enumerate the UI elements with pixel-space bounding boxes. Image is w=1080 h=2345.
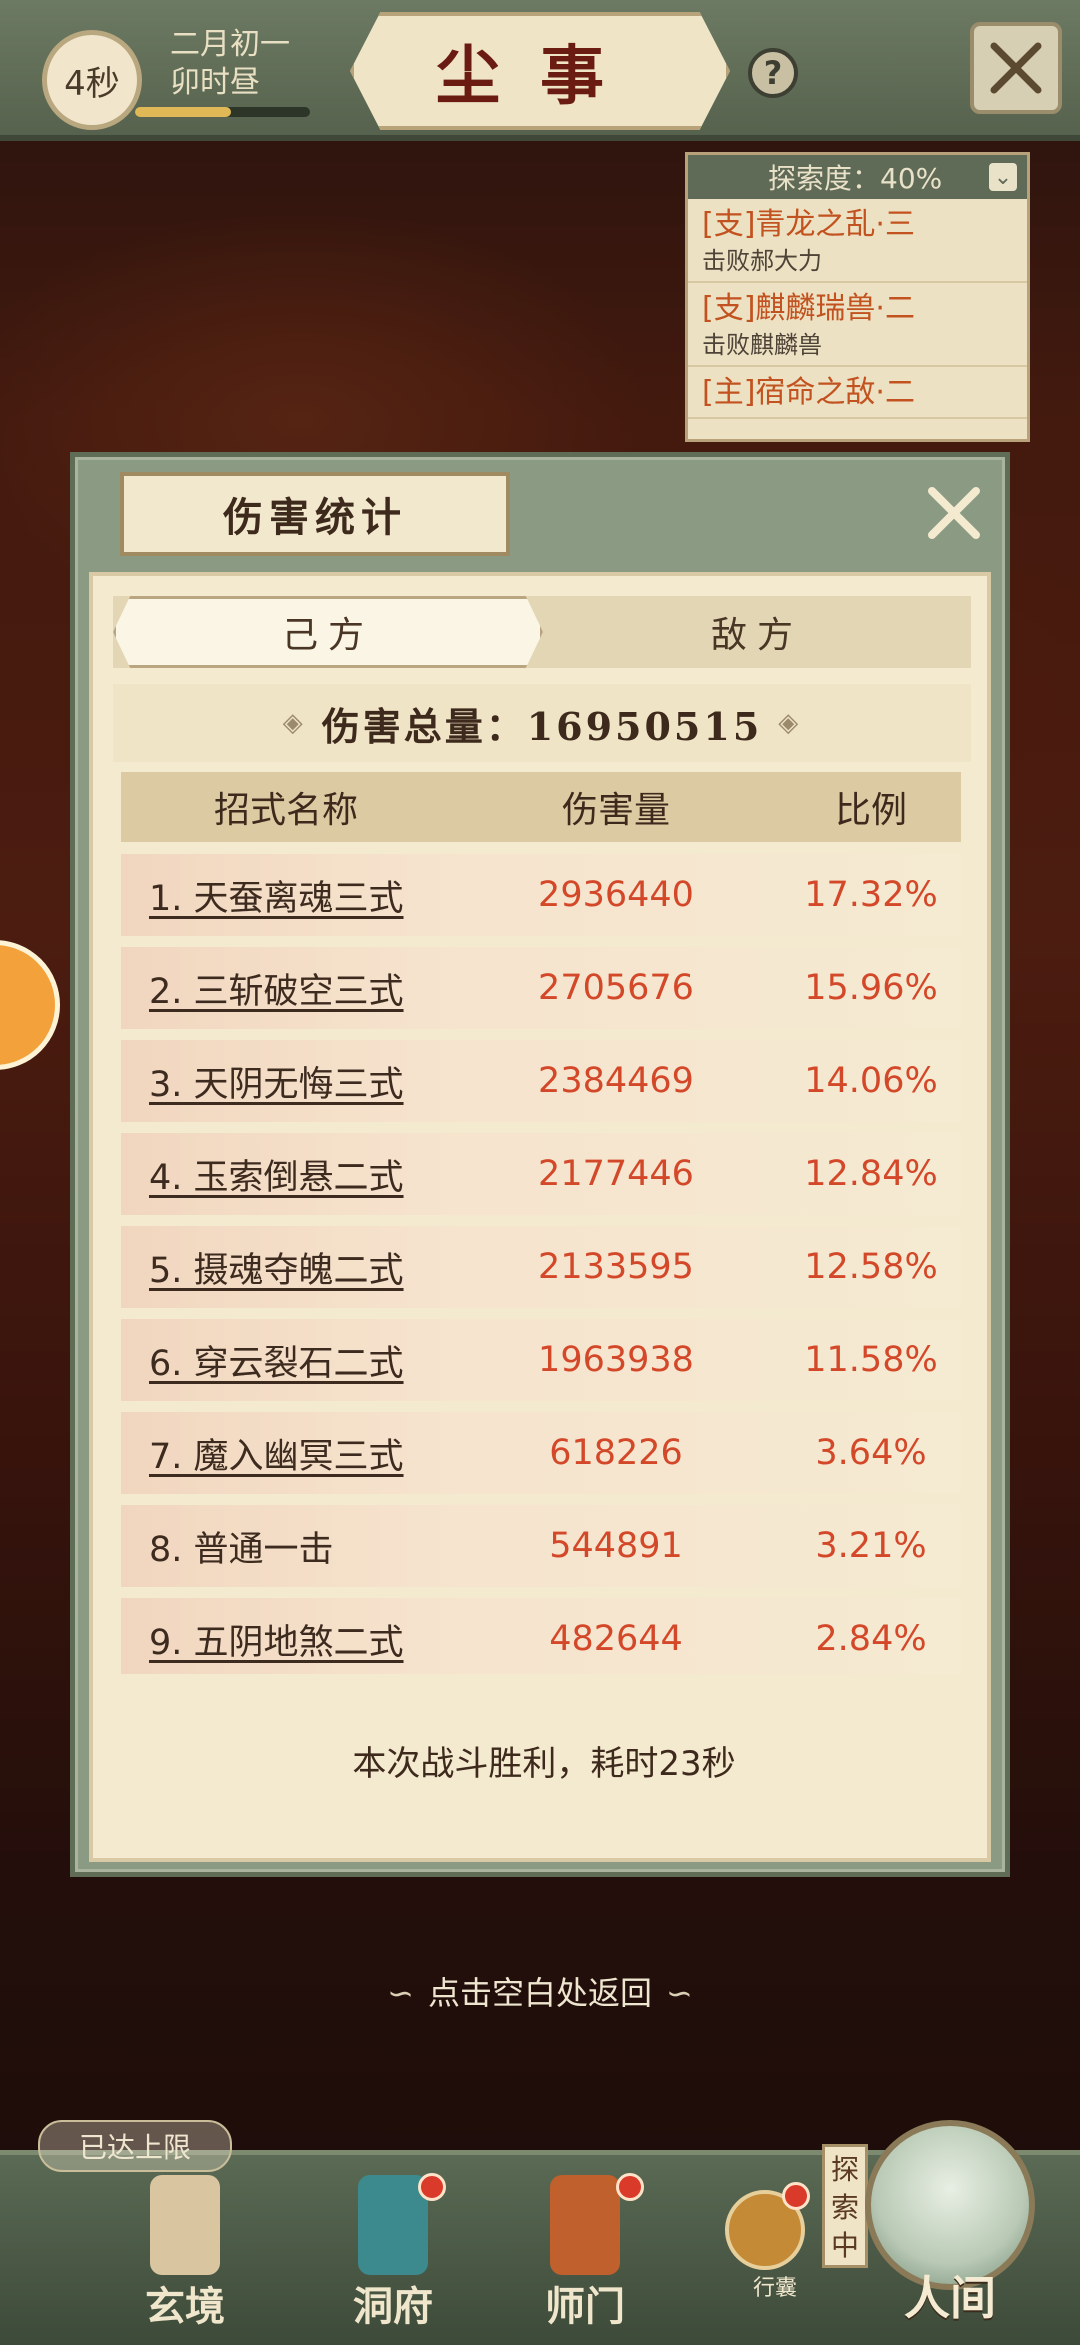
date-time: 卯时昼 [170, 65, 260, 100]
table-row: 7. 魔入幽冥三式 618226 3.64% [121, 1412, 961, 1494]
scroll-icon [150, 2175, 220, 2275]
chevron-down-icon[interactable]: ⌄ [989, 163, 1017, 191]
damage-ratio: 14.06% [804, 1061, 938, 1101]
damage-ratio: 3.64% [815, 1433, 927, 1473]
damage-stats-dialog: 伤害统计 己方 敌方 ◈ 伤害总量：16950515 ◈ 招式名称 伤害量 比例… [70, 452, 1010, 1877]
table-row: 6. 穿云裂石二式 1963938 11.58% [121, 1319, 961, 1401]
swirl-ornament-icon: ∽ [387, 1974, 414, 2012]
quest-title: [支]青龙之乱·三 [702, 207, 915, 242]
crossed-close-icon [990, 42, 1042, 94]
table-row: 5. 摄魂夺魄二式 2133595 12.58% [121, 1226, 961, 1308]
skill-name: 8. 普通一击 [149, 1529, 334, 1570]
damage-value: 2384469 [538, 1061, 694, 1101]
top-bar: 4秒 二月初一 卯时昼 尘事 ? [0, 0, 1080, 141]
damage-table[interactable]: 1. 天蚕离魂三式 2936440 17.32% 2. 三斩破空三式 27056… [121, 854, 961, 1674]
skill-name-link[interactable]: 6. 穿云裂石二式 [121, 1335, 451, 1386]
quest-item[interactable]: [主]宿命之敌·二 [688, 367, 1027, 419]
skill-name-link[interactable]: 2. 三斩破空三式 [121, 963, 451, 1014]
skill-name-link[interactable]: 7. 魔入幽冥三式 [121, 1428, 451, 1479]
table-row: 8. 普通一击 544891 3.21% [121, 1505, 961, 1587]
timer-badge: 4秒 [42, 30, 142, 130]
damage-value: 544891 [549, 1526, 683, 1566]
tap-to-return-hint: ∽ 点击空白处返回 ∽ [0, 1968, 1080, 2014]
banner-icon [550, 2175, 620, 2275]
skill-name-link[interactable]: 4. 玉索倒悬二式 [121, 1149, 451, 1200]
skill-name-link[interactable]: 1. 天蚕离魂三式 [121, 870, 451, 921]
column-header-ratio: 比例 [834, 790, 907, 831]
table-row: 2. 三斩破空三式 2705676 15.96% [121, 947, 961, 1029]
damage-ratio: 2.84% [815, 1619, 927, 1659]
help-icon[interactable]: ? [748, 48, 798, 98]
diamond-ornament-icon: ◈ [778, 708, 802, 738]
table-row: 4. 玉索倒悬二式 2177446 12.84% [121, 1133, 961, 1215]
damage-ratio: 12.58% [804, 1247, 938, 1287]
exploring-tag: 探索中 [822, 2144, 868, 2268]
quest-objective: 击败郝大力 [702, 247, 822, 275]
damage-ratio: 15.96% [804, 968, 938, 1008]
damage-value: 2133595 [538, 1247, 694, 1287]
table-header: 招式名称 伤害量 比例 [121, 772, 961, 842]
damage-value: 618226 [549, 1433, 683, 1473]
close-scene-button[interactable] [970, 22, 1062, 114]
close-icon [928, 487, 980, 539]
swirl-ornament-icon: ∽ [666, 1974, 693, 2012]
nav-dongfu[interactable]: 洞府 [318, 2173, 468, 2340]
nav-xuanjing[interactable]: 玄境 [110, 2175, 260, 2340]
nav-label: 洞府 [353, 2283, 433, 2330]
quest-objective: 击败麒麟兽 [702, 331, 822, 359]
damage-value: 2705676 [538, 968, 694, 1008]
date-day: 二月初一 [170, 27, 290, 62]
nav-label: 师门 [545, 2283, 625, 2330]
dialog-body: 己方 敌方 ◈ 伤害总量：16950515 ◈ 招式名称 伤害量 比例 1. 天… [89, 572, 991, 1862]
damage-ratio: 17.32% [804, 875, 938, 915]
diamond-ornament-icon: ◈ [282, 708, 306, 738]
battle-result: 本次战斗胜利，耗时23秒 [352, 1744, 736, 1784]
damage-ratio: 3.21% [815, 1526, 927, 1566]
notification-dot [418, 2173, 446, 2201]
nav-label: 玄境 [145, 2283, 225, 2330]
damage-value: 2177446 [538, 1154, 694, 1194]
quest-title: [主]宿命之敌·二 [702, 375, 915, 410]
notification-dot [782, 2182, 810, 2210]
damage-value: 2936440 [538, 875, 694, 915]
world-label: 人间 [904, 2271, 996, 2325]
quest-title: [支]麒麟瑞兽·二 [702, 291, 915, 326]
column-header-name: 招式名称 [213, 790, 358, 831]
quest-item[interactable]: [支]麒麟瑞兽·二 击败麒麟兽 [688, 283, 1027, 367]
side-tabs: 己方 敌方 [113, 596, 971, 668]
exploration-label: 探索度：40% [768, 162, 943, 195]
skill-name-link[interactable]: 5. 摄魂夺魄二式 [121, 1242, 451, 1293]
game-date: 二月初一 卯时昼 [170, 26, 290, 102]
damage-ratio: 11.58% [804, 1340, 938, 1380]
close-dialog-button[interactable] [920, 479, 988, 547]
notification-dot [616, 2173, 644, 2201]
quest-tracker[interactable]: 探索度：40% ⌄ [支]青龙之乱·三 击败郝大力 [支]麒麟瑞兽·二 击败麒麟… [685, 152, 1030, 442]
time-progress-fill [135, 107, 232, 117]
table-row: 9. 五阴地煞二式 482644 2.84% [121, 1598, 961, 1674]
limit-reached-badge: 已达上限 [38, 2120, 232, 2172]
quest-item[interactable]: [支]青龙之乱·三 击败郝大力 [688, 199, 1027, 283]
skill-name-link[interactable]: 3. 天阴无悔三式 [121, 1056, 451, 1107]
total-damage: ◈ 伤害总量：16950515 ◈ [113, 684, 971, 762]
dialog-title: 伤害统计 [120, 472, 510, 556]
time-progress-bar [135, 107, 310, 117]
column-header-damage: 伤害量 [561, 790, 670, 831]
tab-enemy-side[interactable]: 敌方 [543, 596, 971, 668]
exploration-progress: 探索度：40% ⌄ [688, 155, 1027, 199]
tab-own-side[interactable]: 己方 [113, 596, 543, 668]
table-row: 3. 天阴无悔三式 2384469 14.06% [121, 1040, 961, 1122]
total-damage-label: 伤害总量：16950515 [321, 703, 763, 749]
damage-value: 1963938 [538, 1340, 694, 1380]
skill-name-link[interactable]: 9. 五阴地煞二式 [121, 1614, 451, 1665]
hint-text: 点击空白处返回 [427, 1974, 652, 2012]
pouch-label: 行囊 [752, 2276, 797, 2301]
page-title: 尘事 [350, 12, 730, 130]
damage-value: 482644 [549, 1619, 683, 1659]
table-row: 1. 天蚕离魂三式 2936440 17.32% [121, 854, 961, 936]
damage-ratio: 12.84% [804, 1154, 938, 1194]
nav-shimen[interactable]: 师门 [510, 2173, 660, 2340]
